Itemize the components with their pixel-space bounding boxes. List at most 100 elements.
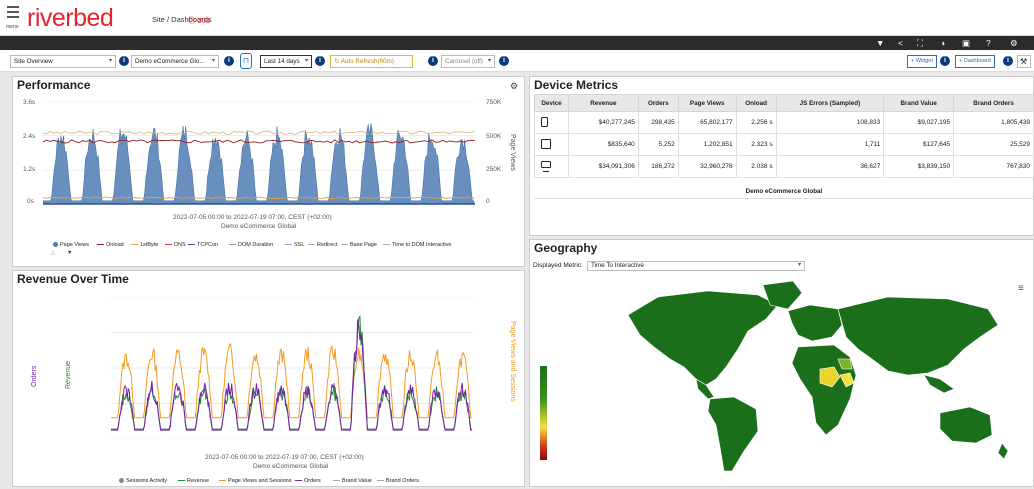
chart-subcaption: Demo eCommerce Global [221, 223, 297, 230]
asia [837, 296, 999, 376]
table-row[interactable]: $835,640 5,252 1,202,851 2.323 s 1,711 $127,6… [534, 133, 1034, 156]
device-metrics-table: Device Revenue Orders Page Views Onload JS Er… [534, 94, 1034, 178]
column-header[interactable]: Orders [637, 94, 679, 112]
legend-item: Page Views and Sessions [219, 478, 292, 484]
gear-icon[interactable]: ⚙ [510, 81, 518, 92]
table-cell: 186,272 [637, 155, 679, 178]
right-axis-label: Page Views and Sessions [509, 321, 516, 402]
info-icon[interactable]: i [315, 56, 325, 66]
table-cell: 36,627 [775, 155, 885, 178]
y2-label: Page Views [509, 134, 516, 171]
africa [791, 344, 857, 436]
legend-label: Onload [106, 242, 124, 248]
y2-tick: 500K [486, 133, 502, 140]
table-cell: 1,805,439 [953, 111, 1034, 134]
legend-label: Base Page [350, 242, 377, 248]
new-zealand [997, 442, 1009, 460]
legend-line [285, 243, 292, 246]
column-header[interactable]: Onload [735, 94, 777, 112]
metric-select[interactable]: Time To Interactive ▾ [587, 261, 805, 271]
share-icon[interactable]: < [898, 37, 903, 49]
auto-refresh-select[interactable]: ↻ Auto Refresh(60m) [330, 55, 413, 68]
help-icon[interactable]: ? [986, 37, 991, 49]
legend-label: DOM Duration [238, 242, 274, 248]
tcpcon-series [43, 202, 475, 205]
table-cell: $127,645 [883, 133, 955, 156]
alert-count[interactable]: ⓵ 203 [188, 15, 210, 26]
y2-tick: 750K [486, 99, 502, 106]
column-header[interactable]: Page Views [677, 94, 737, 112]
panel-title: Device Metrics [534, 78, 619, 92]
column-header[interactable]: Brand Orders [953, 94, 1034, 112]
filter-bar: Site Overview ▾ i Demo eCommerce Glo... ▾ … [0, 50, 1034, 72]
table-row[interactable]: $40,277,245 298,435 65,802,177 2.256 s 108,8… [534, 111, 1034, 134]
settings-icon[interactable]: ⚙ [1010, 37, 1018, 49]
performance-chart [43, 101, 475, 205]
wrench-icon[interactable]: ⚒ [1017, 55, 1031, 68]
legend-item: SSL [285, 242, 304, 248]
table-cell: 298,435 [637, 111, 679, 134]
add-widget-button[interactable]: + Widget [907, 55, 937, 68]
add-dashboard-button[interactable]: + Dashboard [955, 55, 995, 68]
table-cell: 1,711 [775, 133, 885, 156]
y2-tick: 250K [486, 166, 502, 173]
info-icon[interactable]: i [1003, 56, 1013, 66]
contrast-icon[interactable]: ◑ [940, 37, 945, 49]
legend-item: Redirect [308, 242, 337, 248]
table-row[interactable]: $34,091,306 186,272 32,960,276 2.038 s 36,62… [534, 155, 1034, 178]
app-select[interactable]: Demo eCommerce Glo... ▾ [131, 55, 219, 68]
info-icon[interactable]: i [940, 56, 950, 66]
info-icon[interactable]: i [224, 56, 234, 66]
info-icon[interactable]: i [499, 56, 509, 66]
legend-label: Sessions Activity [126, 478, 167, 484]
performance-panel: Performance ⚙ 3.6s 2.4s 1.2s 0s 750K 500… [12, 76, 525, 267]
southeast-asia [923, 374, 955, 394]
export-icon[interactable]: ▣ [962, 37, 970, 49]
site-select[interactable]: Site Overview ▾ [10, 55, 116, 68]
y-tick: 3.6s [23, 99, 36, 106]
legend-label: 1stByte [140, 242, 159, 248]
lock-icon[interactable]: ⊓ [240, 53, 252, 69]
carousel-select[interactable]: Carousel (off) ▾ [441, 55, 495, 68]
desktop-icon [534, 155, 569, 178]
legend-line [165, 243, 172, 246]
time-range-value: Last 14 days [264, 58, 300, 65]
legend-line [219, 479, 226, 482]
carousel-value: Carousel (off) [445, 58, 484, 65]
column-header[interactable]: JS Errors (Sampled) [775, 94, 885, 112]
fullscreen-icon[interactable]: ⛶ [917, 37, 923, 49]
site-select-value: Site Overview [14, 58, 53, 65]
revenue-panel: Revenue Over Time Orders Revenue Page Vi… [12, 270, 525, 487]
info-icon[interactable]: i [119, 56, 129, 66]
orders-axis-label: Orders [31, 365, 38, 387]
column-header[interactable]: Revenue [567, 94, 639, 112]
legend-label: Page Views [60, 242, 89, 248]
column-header[interactable]: Brand Value [883, 94, 955, 112]
tablet-icon [534, 133, 569, 156]
australia [939, 406, 993, 444]
chevron-down-icon: ▾ [797, 262, 801, 268]
mobile-icon [534, 111, 569, 134]
menu-label: menu [6, 24, 19, 30]
time-range-select[interactable]: Last 14 days ▾ [260, 55, 312, 68]
legend-item: Base Page [341, 242, 377, 248]
table-cell: 1,202,851 [677, 133, 737, 156]
table-footer: Demo eCommerce Global [534, 184, 1034, 199]
column-header[interactable]: Device [534, 94, 569, 112]
legend-line [229, 243, 236, 246]
y-tick: 2.4s [23, 133, 36, 140]
chevron-down-icon: ▾ [304, 58, 308, 64]
legend-item: Page Views [53, 242, 89, 248]
north-america [627, 290, 779, 386]
filter-icon[interactable]: ▼ [876, 37, 884, 49]
legend-line [131, 243, 138, 246]
table-cell: 2.038 s [735, 155, 777, 178]
panel-title: Revenue Over Time [17, 272, 129, 286]
info-icon[interactable]: i [428, 56, 438, 66]
table-cell: 32,960,276 [677, 155, 737, 178]
menu-button[interactable]: menu [6, 4, 22, 30]
table-cell: $34,091,306 [567, 155, 639, 178]
table-cell: 108,833 [775, 111, 885, 134]
legend-dot [53, 242, 58, 248]
chevron-down-icon: ▾ [487, 58, 491, 64]
